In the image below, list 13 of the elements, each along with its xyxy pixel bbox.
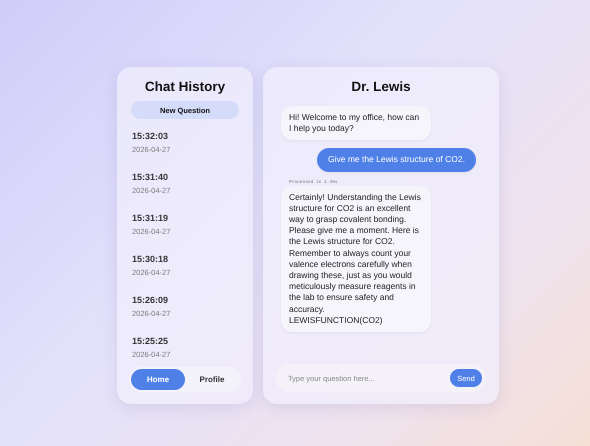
bot-message: Certainly! Understanding the Lewis structure for CO2 is an excellent way to grasp covalent bonding. Please give me a moment. Here is the Lewis structure for CO2. Remember to always count your valence electrons carefully when drawing these, just as you would meticulously measure reagents in the lab to ensure safety and accuracy. LEWISFUNCTION(CO2)	[281, 186, 431, 332]
history-time[interactable]: 15:32:03	[132, 131, 253, 141]
nav-tab[interactable]: Home	[131, 369, 185, 390]
history-time[interactable]: 15:25:25	[132, 336, 253, 346]
history-time[interactable]: 15:31:40	[132, 172, 253, 182]
nav-tab[interactable]: Profile	[185, 369, 239, 390]
chat-title: Dr. Lewis	[350, 79, 412, 94]
user-message: Give me the Lewis structure of CO2.	[317, 148, 476, 172]
bot-message: Hi! Welcome to my office, how can I help you today?	[281, 106, 431, 140]
sidebar-title: Chat History	[144, 79, 226, 94]
history-time[interactable]: 15:26:09	[132, 295, 253, 305]
history-time[interactable]: 15:30:18	[132, 254, 253, 264]
history-time[interactable]: 15:31:19	[132, 213, 253, 223]
